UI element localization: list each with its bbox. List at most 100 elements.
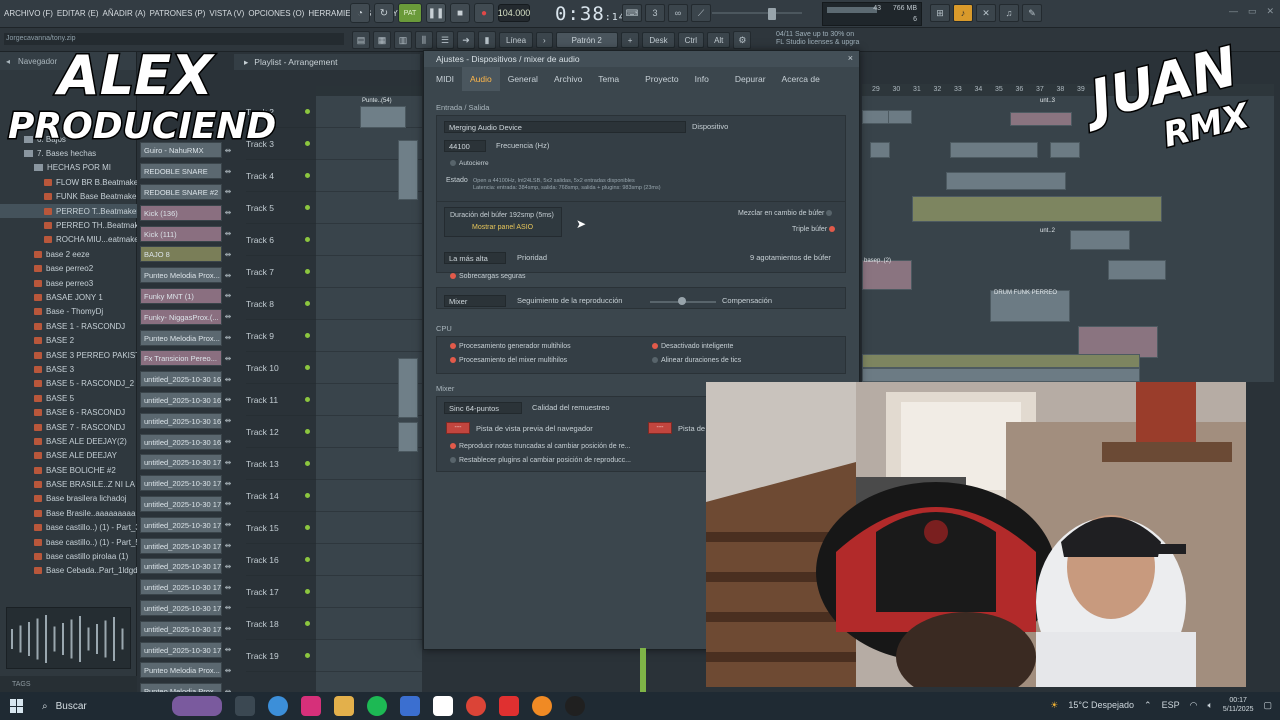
news-panel[interactable]: 04/11 Save up to 30% on FL Studio license…: [776, 31, 859, 47]
channel-name-button[interactable]: REDOBLE SNARE: [140, 163, 222, 180]
track-header[interactable]: Track 17: [246, 576, 316, 608]
desk-button[interactable]: Desk: [642, 32, 675, 48]
browser-file[interactable]: base castillo..) (1) - Part_3: [0, 521, 137, 535]
channel-row[interactable]: untitled_2025-10-30 17... ⇹: [140, 577, 234, 598]
menu-item[interactable]: ARCHIVO (F): [4, 9, 53, 18]
tab-tema[interactable]: Tema: [590, 67, 627, 91]
playlist-clip[interactable]: [888, 110, 912, 124]
playlist-clip[interactable]: [398, 358, 418, 418]
browser-file[interactable]: Base Brasile..aaaaaaaaa: [0, 506, 137, 520]
channel-name-button[interactable]: untitled_2025-10-30 16...: [140, 391, 222, 408]
channel-row[interactable]: untitled_2025-10-30 17... ⇹: [140, 598, 234, 619]
channel-arrow-icon[interactable]: ⇹: [222, 229, 234, 238]
track-mute-led[interactable]: [305, 237, 310, 242]
browser-file[interactable]: BASE BOLICHE #2: [0, 463, 137, 477]
menu-item[interactable]: EDITAR (E): [57, 9, 99, 18]
playlist-clip[interactable]: [950, 142, 1038, 158]
track-mute-led[interactable]: [305, 397, 310, 402]
playlist-clip[interactable]: [360, 106, 406, 128]
channel-row[interactable]: Fx Transicion Pereo... ⇹: [140, 348, 234, 369]
channel-arrow-icon[interactable]: ⇹: [222, 437, 234, 446]
autocierre-radio[interactable]: [450, 160, 456, 167]
browser-file[interactable]: base 2 eeze: [0, 247, 137, 261]
preview-track-button[interactable]: ---: [446, 422, 470, 434]
channel-arrow-icon[interactable]: ⇹: [222, 603, 234, 612]
channel-name-button[interactable]: Kick (111): [140, 225, 222, 242]
browser-file[interactable]: Base brasilera lichadoj: [0, 492, 137, 506]
channel-name-button[interactable]: untitled_2025-10-30 17...: [140, 579, 222, 596]
browser-file[interactable]: Base - ThomyDj: [0, 305, 137, 319]
plugin-icon[interactable]: ♪: [953, 4, 973, 22]
mixer-view-icon[interactable]: ⫼: [415, 31, 433, 49]
channel-name-button[interactable]: untitled_2025-10-30 17...: [140, 599, 222, 616]
track-header[interactable]: Track 13: [246, 448, 316, 480]
track-mute-led[interactable]: [305, 333, 310, 338]
channel-row[interactable]: BAJO 8 ⇹: [140, 244, 234, 265]
channel-arrow-icon[interactable]: ⇹: [222, 499, 234, 508]
pat-song-toggle[interactable]: PAT: [398, 3, 422, 23]
browser-file[interactable]: BASAE JONY 1: [0, 290, 137, 304]
channel-row[interactable]: untitled_2025-10-30 17... ⇹: [140, 618, 234, 639]
browser-file[interactable]: base castillo..) (1) - Part_5: [0, 535, 137, 549]
channel-arrow-icon[interactable]: ⇹: [222, 291, 234, 300]
track-mute-led[interactable]: [305, 621, 310, 626]
channel-arrow-icon[interactable]: ⇹: [222, 271, 234, 280]
countdown-icon[interactable]: ⟋: [691, 4, 711, 22]
track-header[interactable]: Track 8: [246, 288, 316, 320]
channel-name-button[interactable]: untitled_2025-10-30 17...: [140, 475, 222, 492]
track-header[interactable]: Track 6: [246, 224, 316, 256]
browser-file[interactable]: BASE 1 - RASCONDJ: [0, 319, 137, 333]
task-view-icon[interactable]: [235, 696, 255, 716]
blend-notes-icon[interactable]: ∞: [668, 4, 688, 22]
language-indicator[interactable]: ESP: [1162, 700, 1180, 710]
arrow-right-icon[interactable]: ›: [536, 32, 553, 48]
safe-overloads-option[interactable]: Sobrecargas seguras: [450, 273, 526, 280]
align-ticks-option[interactable]: Alinear duraciones de tics: [652, 357, 741, 364]
playlist-clip[interactable]: [1050, 142, 1080, 158]
widget-icon[interactable]: [172, 696, 222, 716]
tab-midi[interactable]: MIDI: [428, 67, 462, 91]
tools-icon[interactable]: ✕: [976, 4, 996, 22]
youtube-icon[interactable]: [499, 696, 519, 716]
autocierre-option[interactable]: Autocierre: [450, 160, 489, 167]
browser-folder[interactable]: HECHAS POR MI: [0, 161, 137, 175]
smart-disable-radio[interactable]: [652, 343, 658, 350]
track-header[interactable]: Track 18: [246, 608, 316, 640]
channel-name-button[interactable]: untitled_2025-10-30 17...: [140, 641, 222, 658]
channel-name-button[interactable]: untitled_2025-10-30 17...: [140, 516, 222, 533]
browser-icon[interactable]: ☰: [436, 31, 454, 49]
track-mute-led[interactable]: [305, 205, 310, 210]
channel-arrow-icon[interactable]: ⇹: [222, 208, 234, 217]
track-mute-led[interactable]: [305, 461, 310, 466]
arrow-icon[interactable]: ➜: [457, 31, 475, 49]
channel-row[interactable]: untitled_2025-10-30 17... ⇹: [140, 473, 234, 494]
metronome-track-button[interactable]: ---: [648, 422, 672, 434]
browser-file[interactable]: BASE 5: [0, 391, 137, 405]
maximize-icon[interactable]: ▭: [1248, 6, 1257, 17]
close-icon[interactable]: ✕: [1266, 6, 1274, 17]
browser-file[interactable]: base perreo2: [0, 262, 137, 276]
tray-clock[interactable]: 00:17 5/11/2025: [1223, 696, 1254, 714]
volume-icon[interactable]: 🔈︎: [1207, 700, 1212, 711]
channel-arrow-icon[interactable]: ⇹: [222, 562, 234, 571]
browser-file[interactable]: BASE BRASILE..Z NI LA USE: [0, 477, 137, 491]
instagram-icon[interactable]: [301, 696, 321, 716]
ctrl-button[interactable]: Ctrl: [677, 32, 705, 48]
smart-disable-option[interactable]: Desactivado inteligente: [652, 343, 733, 350]
multithread-mixer-radio[interactable]: [450, 357, 456, 364]
channel-row[interactable]: untitled_2025-10-30 16... ⇹: [140, 369, 234, 390]
tab-proyecto[interactable]: Proyecto: [637, 67, 687, 91]
track-header[interactable]: Track 9: [246, 320, 316, 352]
channel-name-button[interactable]: Funky MNT (1): [140, 287, 222, 304]
playlist-clip[interactable]: [862, 368, 1140, 382]
channel-arrow-icon[interactable]: ⇹: [222, 146, 234, 155]
snap-select[interactable]: Línea: [499, 32, 534, 48]
safe-overloads-radio[interactable]: [450, 273, 456, 280]
channel-row[interactable]: REDOBLE SNARE ⇹: [140, 161, 234, 182]
triple-buffer-radio[interactable]: [829, 226, 836, 233]
channel-arrow-icon[interactable]: ⇹: [222, 167, 234, 176]
browser-file[interactable]: base perreo3: [0, 276, 137, 290]
channel-arrow-icon[interactable]: ⇹: [222, 250, 234, 259]
playlist-clip[interactable]: [398, 140, 418, 200]
dialog-close-icon[interactable]: ×: [848, 53, 853, 63]
